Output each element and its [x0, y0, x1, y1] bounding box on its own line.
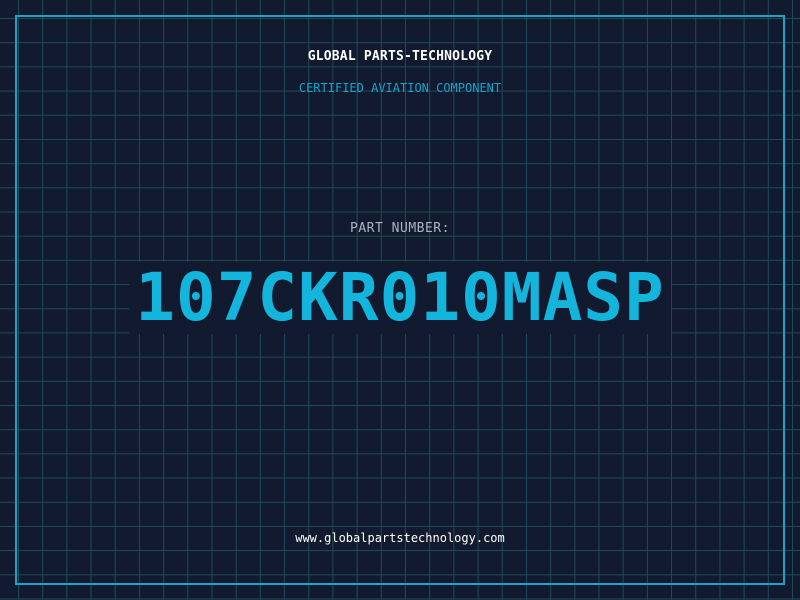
- website-url: www.globalpartstechnology.com: [295, 531, 505, 545]
- part-card: GLOBAL PARTS-TECHNOLOGY CERTIFIED AVIATI…: [0, 0, 800, 600]
- tagline: CERTIFIED AVIATION COMPONENT: [298, 81, 502, 95]
- part-number-value: 107CKR010MASP: [129, 262, 671, 334]
- company-name: GLOBAL PARTS-TECHNOLOGY: [307, 49, 493, 64]
- part-number-label: PART NUMBER:: [350, 221, 450, 236]
- part-number-container: 107CKR010MASP: [0, 262, 800, 334]
